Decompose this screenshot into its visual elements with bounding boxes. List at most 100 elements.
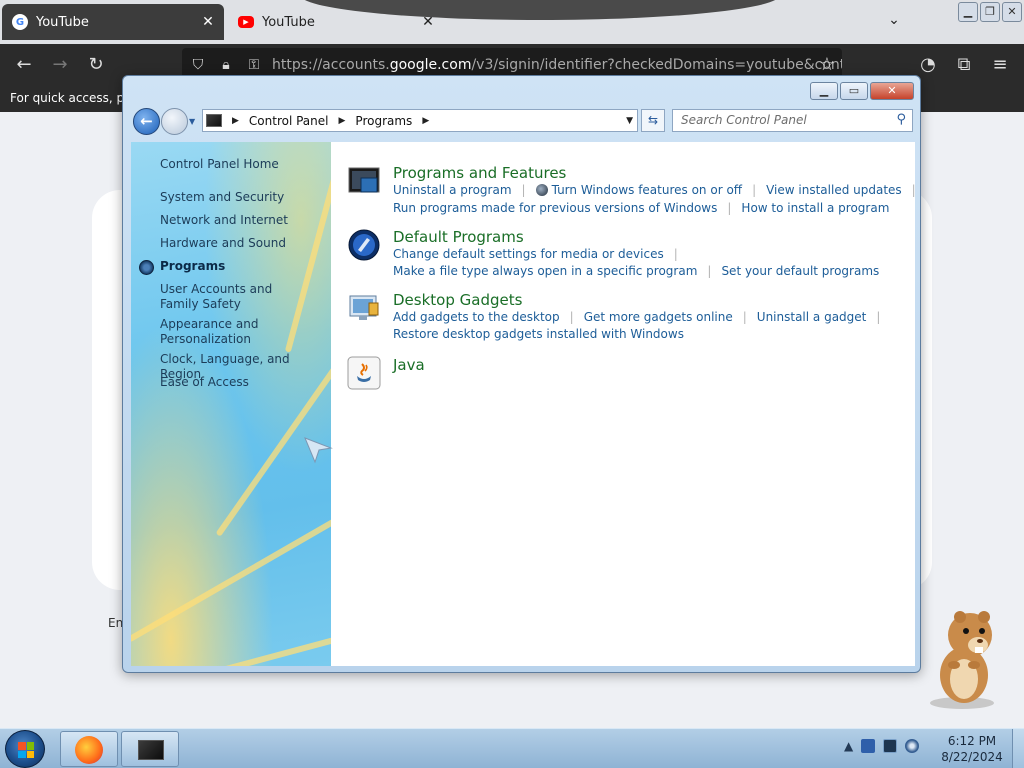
system-tray: ▲	[844, 739, 920, 753]
forward-icon[interactable]: →	[48, 53, 72, 77]
nav-appearance[interactable]: Appearance and Personalization	[160, 317, 280, 347]
link-how-to-install[interactable]: How to install a program	[741, 201, 889, 215]
taskbar-clock[interactable]: 6:12 PM 8/22/2024	[940, 733, 1004, 765]
key-icon[interactable]: ⚿	[242, 57, 266, 73]
cp-address-bar[interactable]: ▶ Control Panel ▶ Programs ▶ ▼	[202, 109, 638, 132]
category-title[interactable]: Java	[393, 356, 425, 374]
restore-button[interactable]: ❐	[980, 2, 1000, 22]
cp-close-button[interactable]: ✕	[870, 82, 914, 100]
search-placeholder: Search Control Panel	[681, 113, 807, 127]
breadcrumb-arrow-icon[interactable]: ▶	[232, 116, 239, 126]
link-restore-gadgets[interactable]: Restore desktop gadgets installed with W…	[393, 327, 684, 341]
link-change-default-settings[interactable]: Change default settings for media or dev…	[393, 247, 664, 261]
tab-title: YouTube	[262, 14, 315, 30]
menu-icon[interactable]: ≡	[988, 53, 1012, 77]
windows-taskbar: ▲ 6:12 PM 8/22/2024	[0, 728, 1024, 768]
link-row: Change default settings for media or dev…	[393, 247, 688, 261]
java-icon	[347, 356, 381, 390]
chevron-down-icon[interactable]: ▼	[626, 116, 633, 126]
bookmark-star-icon[interactable]: ☆	[815, 53, 839, 77]
hamster-mascot-image	[930, 611, 994, 709]
nav-system-security[interactable]: System and Security	[160, 190, 284, 205]
desktop-gadgets-icon	[349, 295, 379, 320]
breadcrumb-arrow-icon[interactable]: ▶	[339, 116, 346, 126]
show-desktop-button[interactable]	[1012, 729, 1024, 768]
reload-icon[interactable]: ↻	[84, 53, 108, 77]
windows-features-icon	[535, 184, 548, 196]
decorative-streak	[284, 177, 331, 353]
nav-user-accounts[interactable]: User Accounts and Family Safety	[160, 282, 310, 312]
divider: |	[673, 247, 678, 261]
firefox-icon	[75, 736, 103, 764]
lock-icon[interactable]: 🔒︎	[214, 57, 238, 73]
control-panel-icon	[138, 740, 164, 760]
close-button[interactable]: ✕	[1002, 2, 1022, 22]
link-uninstall-program[interactable]: Uninstall a program	[393, 183, 512, 197]
pocket-icon[interactable]: ◔	[916, 53, 940, 77]
divider: |	[911, 183, 916, 197]
clock-time: 6:12 PM	[947, 734, 997, 748]
taskbar-control-panel-button[interactable]	[121, 731, 179, 767]
link-row: Uninstall a program | Turn Windows feature…	[393, 183, 926, 197]
nav-control-panel-home[interactable]: Control Panel Home	[160, 157, 279, 172]
tab-youtube[interactable]: ▶ YouTube ✕	[228, 4, 444, 40]
current-page-bullet-icon	[139, 260, 154, 275]
link-file-type-open[interactable]: Make a file type always open in a specif…	[393, 264, 697, 278]
nav-network-internet[interactable]: Network and Internet	[160, 213, 288, 228]
back-button[interactable]: ←	[133, 108, 160, 135]
back-icon[interactable]: ←	[12, 53, 36, 77]
nav-programs[interactable]: Programs	[160, 259, 225, 274]
link-view-updates[interactable]: View installed updates	[766, 183, 902, 197]
search-input[interactable]: Search Control Panel ⚲	[672, 109, 913, 132]
cp-maximize-button[interactable]: ▭	[840, 82, 868, 100]
network-icon[interactable]	[883, 739, 898, 753]
volume-icon[interactable]	[905, 739, 920, 753]
link-row: Add gadgets to the desktop | Get more gadg…	[393, 310, 890, 324]
breadcrumb-programs[interactable]: Programs	[355, 114, 412, 128]
link-uninstall-gadget[interactable]: Uninstall a gadget	[757, 310, 867, 324]
refresh-button[interactable]: ⇆	[641, 109, 665, 132]
link-get-more-gadgets[interactable]: Get more gadgets online	[584, 310, 733, 324]
windows-logo-icon	[18, 742, 34, 758]
nav-hardware-sound[interactable]: Hardware and Sound	[160, 236, 286, 251]
start-button[interactable]	[5, 730, 45, 768]
category-title[interactable]: Desktop Gadgets	[393, 291, 522, 309]
category-title[interactable]: Programs and Features	[393, 164, 566, 182]
breadcrumb-control-panel[interactable]: Control Panel	[249, 114, 329, 128]
show-hidden-icons-icon[interactable]: ▲	[844, 739, 853, 753]
url-text[interactable]: https://accounts.google.com/v3/signin/id…	[272, 57, 842, 73]
decorative-streak	[131, 631, 331, 666]
recent-pages-dropdown[interactable]: ▼	[189, 117, 195, 126]
control-panel-window: ▁ ▭ ✕ ← ▼ ▶ Control Panel ▶ Programs ▶ ▼…	[122, 75, 921, 673]
category-title[interactable]: Default Programs	[393, 228, 524, 246]
breadcrumb-arrow-icon[interactable]: ▶	[422, 116, 429, 126]
shield-icon[interactable]: ⛉	[186, 57, 210, 73]
browser-window-controls: ▁ ❐ ✕	[958, 2, 1022, 22]
control-panel-icon	[206, 114, 222, 127]
minimize-button[interactable]: ▁	[958, 2, 978, 22]
left-navigation-pane: Control Panel Home System and Security N…	[131, 142, 331, 666]
taskbar-firefox-button[interactable]	[60, 731, 118, 767]
chevron-down-icon[interactable]: ⌄	[884, 12, 904, 32]
tab-youtube-active[interactable]: G YouTube ✕	[2, 4, 224, 40]
close-icon[interactable]: ✕	[198, 14, 218, 30]
close-icon[interactable]: ✕	[418, 14, 438, 30]
nav-ease-of-access[interactable]: Ease of Access	[160, 375, 249, 390]
divider: |	[876, 310, 881, 324]
divider: |	[569, 310, 574, 324]
search-icon[interactable]: ⚲	[896, 112, 906, 127]
google-icon: G	[12, 14, 28, 30]
language-selector[interactable]: En	[108, 616, 123, 630]
cp-minimize-button[interactable]: ▁	[810, 82, 838, 100]
forward-button[interactable]	[161, 108, 188, 135]
link-windows-features[interactable]: Turn Windows features on or off	[552, 183, 743, 197]
action-center-icon[interactable]	[861, 739, 876, 753]
link-run-previous-versions[interactable]: Run programs made for previous versions …	[393, 201, 717, 215]
link-set-default-programs[interactable]: Set your default programs	[721, 264, 879, 278]
extensions-icon[interactable]: ⧉	[952, 53, 976, 77]
link-row: Restore desktop gadgets installed with W…	[393, 327, 684, 341]
tab-title: YouTube	[36, 14, 89, 30]
main-content-pane: Programs and Features Uninstall a progra…	[331, 142, 916, 666]
youtube-icon: ▶	[238, 16, 254, 28]
link-add-gadgets[interactable]: Add gadgets to the desktop	[393, 310, 560, 324]
